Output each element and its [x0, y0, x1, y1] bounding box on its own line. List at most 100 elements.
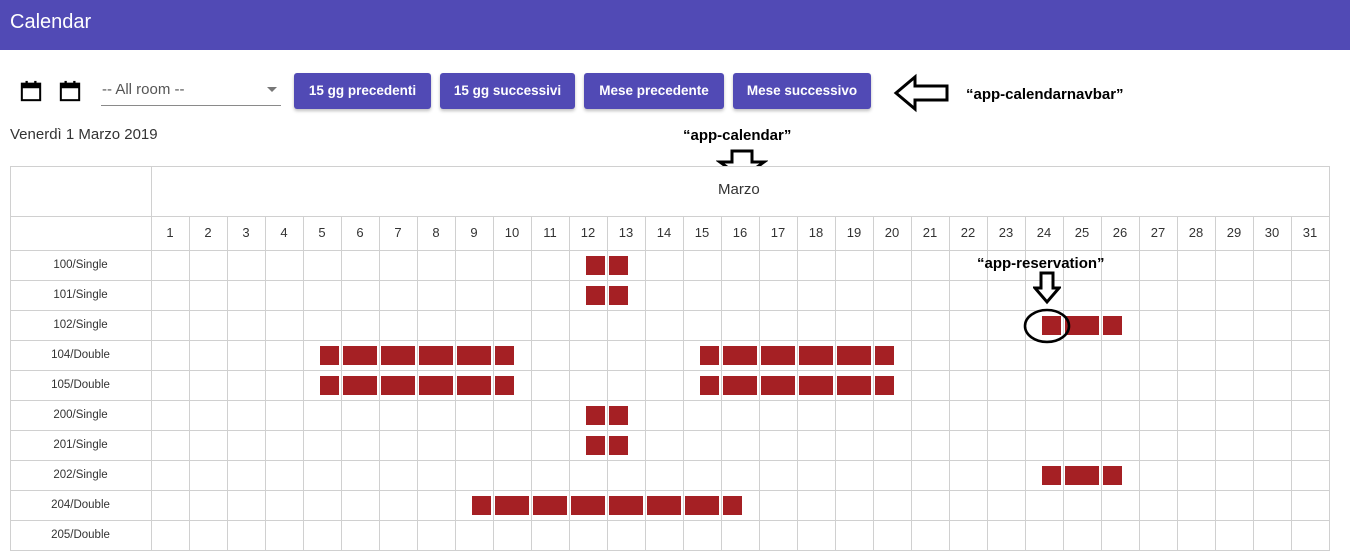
reservation-block[interactable] — [495, 376, 514, 395]
day-cell — [417, 280, 456, 311]
day-cell — [1177, 490, 1216, 521]
reservation-block[interactable] — [799, 346, 833, 365]
reservation-block[interactable] — [343, 346, 377, 365]
day-cell — [949, 460, 988, 491]
reservation-block[interactable] — [495, 346, 514, 365]
day-cell — [797, 460, 836, 491]
day-cell — [227, 370, 266, 401]
day-cell — [265, 280, 304, 311]
day-cell — [265, 370, 304, 401]
day-cell — [303, 310, 342, 341]
reservation-block[interactable] — [1042, 466, 1061, 485]
reservation-block[interactable] — [609, 496, 643, 515]
reservation-block[interactable] — [700, 346, 719, 365]
day-cell — [835, 400, 874, 431]
reservation-block[interactable] — [419, 346, 453, 365]
reservation-block[interactable] — [586, 436, 605, 455]
day-cell — [607, 340, 646, 371]
prev-month-button[interactable]: Mese precedente — [584, 73, 724, 109]
day-cell — [531, 250, 570, 281]
reservation-block[interactable] — [1103, 466, 1122, 485]
day-cell — [303, 250, 342, 281]
reservation-block[interactable] — [472, 496, 491, 515]
day-label: 10 — [504, 225, 520, 240]
reservation-block[interactable] — [320, 346, 339, 365]
day-cell — [1177, 280, 1216, 311]
day-label: 22 — [960, 225, 976, 240]
reservation-block[interactable] — [457, 346, 491, 365]
reservation-block[interactable] — [837, 376, 871, 395]
day-cell — [683, 430, 722, 461]
day-cell — [1177, 250, 1216, 281]
reservation-block[interactable] — [571, 496, 605, 515]
reservation-block[interactable] — [761, 346, 795, 365]
day-cell — [379, 490, 418, 521]
reservation-block[interactable] — [457, 376, 491, 395]
reservation-block[interactable] — [609, 436, 628, 455]
reservation-block[interactable] — [700, 376, 719, 395]
day-cell — [1177, 520, 1216, 551]
arrow-down-icon — [1033, 271, 1061, 305]
reservation-block[interactable] — [381, 346, 415, 365]
annotation-calendar: “app-calendar” — [683, 127, 792, 144]
reservation-block[interactable] — [662, 496, 681, 515]
room-label: 104/Double — [51, 349, 110, 361]
reservation-block[interactable] — [609, 286, 628, 305]
day-cell — [379, 460, 418, 491]
day-cell — [531, 310, 570, 341]
reservation-block[interactable] — [343, 376, 377, 395]
reservation-block[interactable] — [1103, 316, 1122, 335]
reservation-block[interactable] — [586, 406, 605, 425]
reservation-block[interactable] — [799, 376, 833, 395]
day-cell — [151, 430, 190, 461]
reservation-block[interactable] — [586, 286, 605, 305]
calendar-icon[interactable] — [20, 80, 42, 102]
day-cell — [265, 340, 304, 371]
reservation-block[interactable] — [837, 346, 871, 365]
day-cell — [265, 490, 304, 521]
prev-15-days-button[interactable]: 15 gg precedenti — [294, 73, 431, 109]
reservation-block[interactable] — [761, 376, 795, 395]
reservation-block[interactable] — [723, 496, 742, 515]
day-cell — [493, 400, 532, 431]
day-cell — [341, 280, 380, 311]
reservation-block[interactable] — [381, 376, 415, 395]
calendar-icon[interactable] — [59, 80, 81, 102]
reservation-block[interactable] — [548, 496, 567, 515]
day-cell — [151, 460, 190, 491]
day-cell — [151, 490, 190, 521]
day-cell — [835, 310, 874, 341]
next-15-days-button[interactable]: 15 gg successivi — [440, 73, 575, 109]
room-label: 201/Single — [53, 439, 108, 451]
reservation-block[interactable] — [1065, 466, 1099, 485]
day-cell — [911, 520, 950, 551]
reservation-block[interactable] — [419, 376, 453, 395]
day-cell — [1139, 520, 1178, 551]
reservation-block[interactable] — [495, 496, 529, 515]
reservation-block[interactable] — [609, 256, 628, 275]
reservation-block[interactable] — [609, 406, 628, 425]
room-select[interactable]: -- All room -- — [101, 76, 281, 106]
day-cell — [683, 520, 722, 551]
day-cell — [1139, 250, 1178, 281]
day-cell — [683, 460, 722, 491]
day-label: 8 — [432, 225, 440, 240]
day-cell — [1101, 490, 1140, 521]
day-cell — [645, 280, 684, 311]
reservation-block[interactable] — [875, 346, 894, 365]
day-cell — [911, 250, 950, 281]
reservation-block[interactable] — [723, 346, 757, 365]
day-label: 18 — [808, 225, 824, 240]
day-cell — [949, 370, 988, 401]
day-cell — [987, 400, 1026, 431]
reservation-block[interactable] — [875, 376, 894, 395]
day-cell — [721, 310, 760, 341]
reservation-block[interactable] — [723, 376, 757, 395]
reservation-block[interactable] — [586, 256, 605, 275]
next-month-button[interactable]: Mese successivo — [733, 73, 871, 109]
day-cell — [1291, 340, 1330, 371]
reservation-block[interactable] — [320, 376, 339, 395]
day-cell — [1291, 250, 1330, 281]
reservation-block[interactable] — [685, 496, 719, 515]
day-label: 27 — [1150, 225, 1166, 240]
